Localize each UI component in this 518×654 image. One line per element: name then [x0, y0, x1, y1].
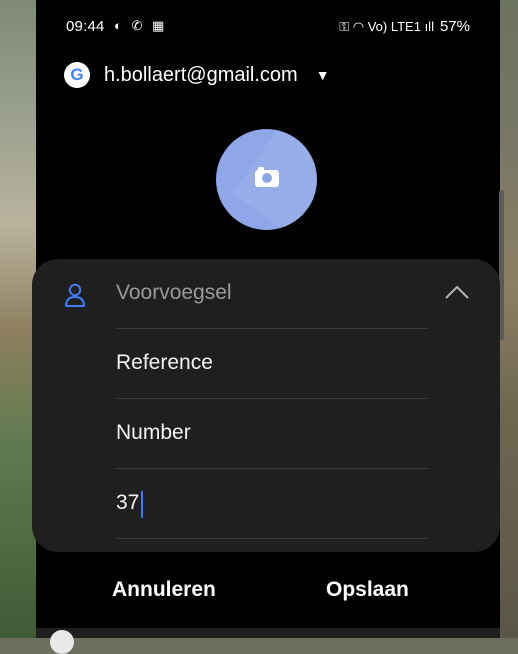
first-name-input[interactable]	[116, 351, 416, 375]
last-name-input[interactable]	[116, 421, 416, 445]
status-bar: 09:44 ◐ ✆ ▦ ⚿ ◠ Vo) LTE1 ıll 57%	[36, 0, 500, 46]
prefix-field[interactable]	[116, 259, 428, 329]
wallpaper-left	[0, 0, 36, 638]
suffix-input[interactable]	[116, 491, 416, 515]
phone-screen: 09:44 ◐ ✆ ▦ ⚿ ◠ Vo) LTE1 ıll 57% G h.bol…	[32, 0, 504, 654]
google-icon: G	[64, 62, 90, 88]
cancel-button[interactable]: Annuleren	[112, 578, 216, 602]
person-icon	[65, 283, 85, 307]
account-selector[interactable]: G h.bollaert@gmail.com ▼	[64, 60, 330, 90]
account-email: h.bollaert@gmail.com	[104, 63, 298, 86]
first-name-field[interactable]	[116, 329, 428, 399]
system-icons: ⚿ ◠ Vo) LTE1 ıll 57%	[339, 18, 470, 35]
camera-icon	[255, 167, 279, 187]
chevron-up-icon[interactable]	[444, 283, 470, 301]
contact-photo-button[interactable]	[216, 129, 317, 230]
notification-icons: ◐ ✆ ▦	[114, 18, 168, 33]
prefix-input[interactable]	[116, 281, 416, 305]
caret-down-icon: ▼	[315, 67, 330, 83]
next-section-icon	[50, 630, 74, 654]
battery-level: 57%	[439, 18, 470, 35]
signal-icons: ⚿ ◠ Vo) LTE1 ıll	[339, 18, 434, 34]
save-button[interactable]: Opslaan	[326, 578, 409, 602]
last-name-field[interactable]	[116, 399, 428, 469]
next-section-peek	[36, 628, 500, 654]
name-fields-card	[32, 259, 500, 552]
status-time: 09:44	[66, 18, 105, 35]
suffix-field[interactable]	[116, 469, 428, 539]
text-cursor	[141, 491, 143, 518]
action-bar: Annuleren Opslaan	[36, 552, 500, 632]
